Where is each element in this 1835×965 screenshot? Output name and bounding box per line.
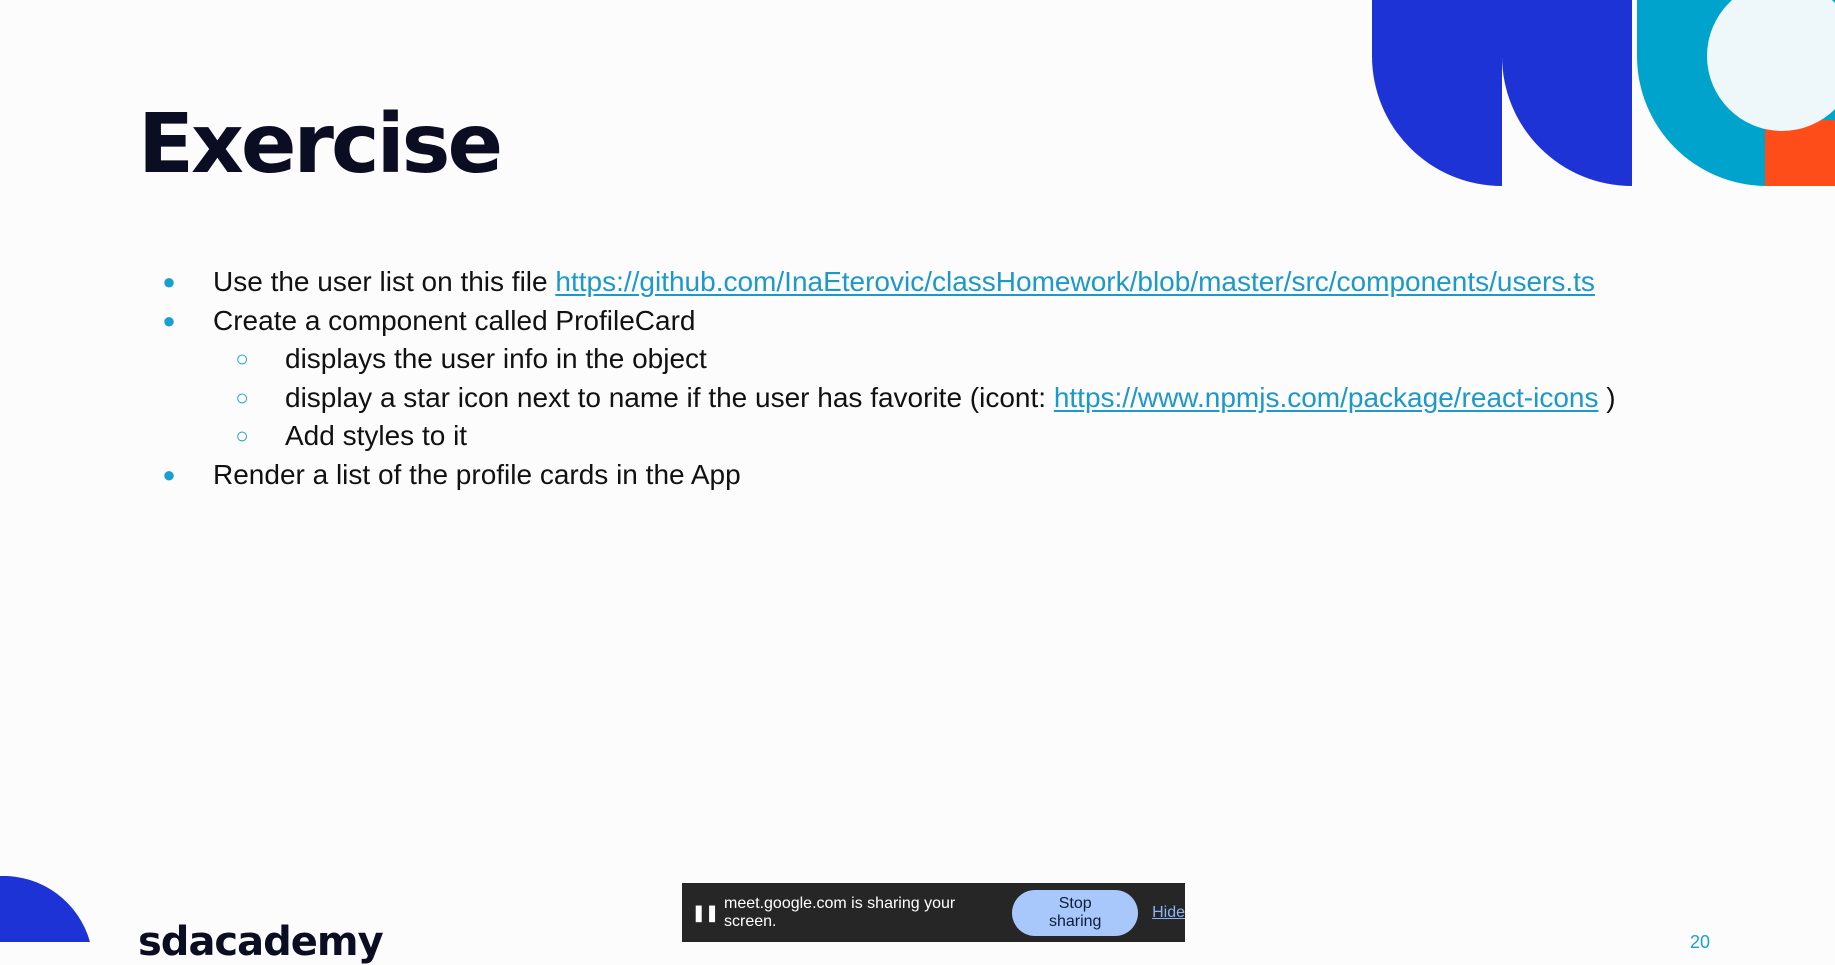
bullet-icon: ● — [162, 269, 176, 294]
page-number: 20 — [1690, 932, 1711, 952]
blue-half-circle-1 — [1372, 0, 1502, 186]
list-item-text: Use the user list on this file https://g… — [213, 262, 1595, 302]
bullet-icon: ● — [162, 462, 176, 487]
sub-bullet-icon: ○ — [235, 346, 249, 371]
blue-half-circle-2 — [1502, 0, 1632, 186]
list-item: ● Use the user list on this file https:/… — [0, 262, 1835, 302]
screen-share-bar: ❚❚ meet.google.com is sharing your scree… — [682, 883, 1185, 942]
item-text-tail: ) — [1598, 382, 1616, 413]
list-item: ● Create a component called ProfileCard — [0, 301, 1835, 341]
hide-link[interactable]: Hide — [1152, 904, 1185, 922]
corner-blue-shape — [0, 876, 90, 942]
stop-sharing-button[interactable]: Stop sharing — [1012, 889, 1139, 936]
list-item: ● Render a list of the profile cards in … — [0, 455, 1835, 495]
company-logo: sdacademy — [138, 919, 384, 965]
sub-list-item: ○ displays the user info in the object — [0, 339, 1835, 379]
sub-bullet-icon: ○ — [235, 385, 249, 410]
sub-list-item: ○ display a star icon next to name if th… — [0, 378, 1835, 418]
sub-list-item-text: Add styles to it — [285, 420, 468, 451]
sub-bullet-icon: ○ — [235, 423, 249, 448]
sub-list-item-text: display a star icon next to name if the … — [285, 378, 1616, 418]
share-message: meet.google.com is sharing your screen. — [724, 894, 956, 930]
list-item-text: Render a list of the profile cards in th… — [213, 459, 741, 490]
item-text: display a star icon next to name if the … — [285, 382, 1054, 413]
bullet-icon: ● — [162, 308, 176, 333]
slide-title: Exercise — [138, 97, 503, 192]
react-icons-link[interactable]: https://www.npmjs.com/package/react-icon… — [1054, 382, 1599, 413]
github-users-link[interactable]: https://github.com/InaEterovic/classHome… — [555, 266, 1595, 297]
decorative-shapes — [1372, 0, 1835, 186]
pause-icon[interactable]: ❚❚ — [692, 903, 719, 923]
list-item-text: Create a component called ProfileCard — [213, 305, 696, 336]
sub-list-item: ○ Add styles to it — [0, 416, 1835, 456]
sub-list-item-text: displays the user info in the object — [285, 343, 707, 374]
item-text: Use the user list on this file — [213, 266, 556, 297]
